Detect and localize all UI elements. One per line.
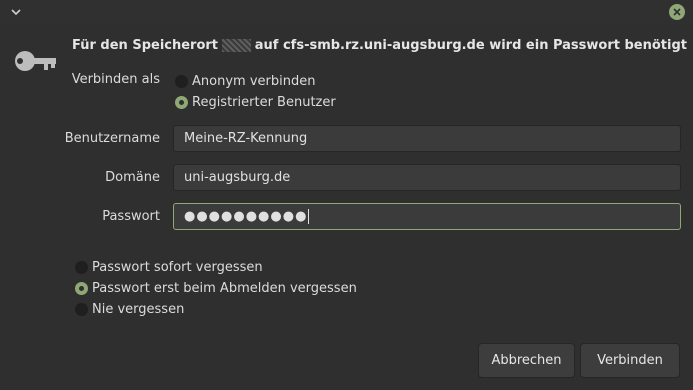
close-icon[interactable] [669,4,685,20]
username-value: Meine-RZ-Kennung [184,131,308,146]
heading-prefix: Für den Speicherort [72,38,219,53]
password-field[interactable]: ●●●●●●●●●● [173,203,681,230]
radio-indicator [175,96,188,109]
radio-forget-immediately[interactable]: Passwort sofort vergessen [75,260,263,275]
key-icon [14,48,58,74]
username-field[interactable]: Meine-RZ-Kennung [173,125,681,152]
radio-forget-on-logout[interactable]: Passwort erst beim Abmelden vergessen [75,281,357,296]
password-value: ●●●●●●●●●● [184,209,308,224]
radio-never-forget-label: Nie vergessen [92,302,185,317]
domain-field[interactable]: uni-augsburg.de [173,164,681,191]
radio-indicator [75,303,88,316]
radio-anonymous[interactable]: Anonym verbinden [175,74,315,89]
radio-never-forget[interactable]: Nie vergessen [75,302,184,317]
radio-indicator [75,261,88,274]
radio-forget-immediately-label: Passwort sofort vergessen [92,260,263,275]
connect-as-label: Verbinden als [71,72,160,87]
username-label: Benutzername [64,131,160,146]
connect-button[interactable]: Verbinden [580,343,680,378]
radio-indicator [75,282,88,295]
radio-indicator [175,75,188,88]
domain-label: Domäne [105,170,160,185]
title-bar [0,0,693,24]
radio-registered-user-label: Registrierter Benutzer [192,95,336,110]
heading-suffix: auf cfs-smb.rz.uni-augsburg.de wird ein … [254,38,687,53]
redacted-share-name [222,39,251,52]
radio-anonymous-label: Anonym verbinden [192,74,316,89]
radio-forget-on-logout-label: Passwort erst beim Abmelden vergessen [92,281,357,296]
cancel-button[interactable]: Abbrechen [478,343,575,378]
domain-value: uni-augsburg.de [184,170,291,185]
radio-registered-user[interactable]: Registrierter Benutzer [175,95,336,110]
dialog-heading: Für den Speicherort auf cfs-smb.rz.uni-a… [72,38,687,53]
text-cursor [308,209,310,224]
chevron-down-icon[interactable] [8,4,24,20]
password-label: Passwort [102,209,160,224]
